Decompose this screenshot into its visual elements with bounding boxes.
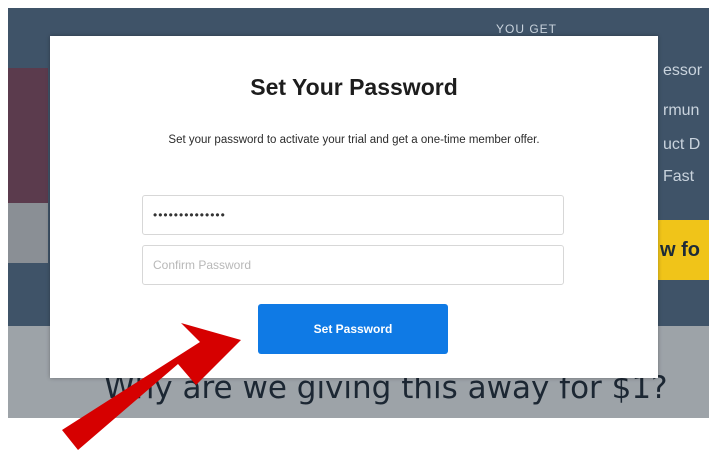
modal-subtitle: Set your password to activate your trial… (168, 134, 540, 146)
confirm-password-field[interactable] (142, 245, 564, 285)
set-password-modal: Set Your Password Set your password to a… (50, 36, 658, 378)
background-image-block (8, 68, 48, 203)
modal-title: Set Your Password (250, 74, 458, 100)
password-field[interactable] (142, 195, 564, 235)
background-feature-line: Fast (663, 168, 695, 185)
background-feature-line: essor (663, 62, 703, 79)
background-feature-line: rmun (663, 102, 700, 119)
set-password-button[interactable]: Set Password (258, 304, 448, 354)
background-feature-line: uct D (663, 136, 701, 153)
background-tab-label: YOU GET (496, 22, 558, 36)
background-image-block-lower (8, 203, 48, 263)
